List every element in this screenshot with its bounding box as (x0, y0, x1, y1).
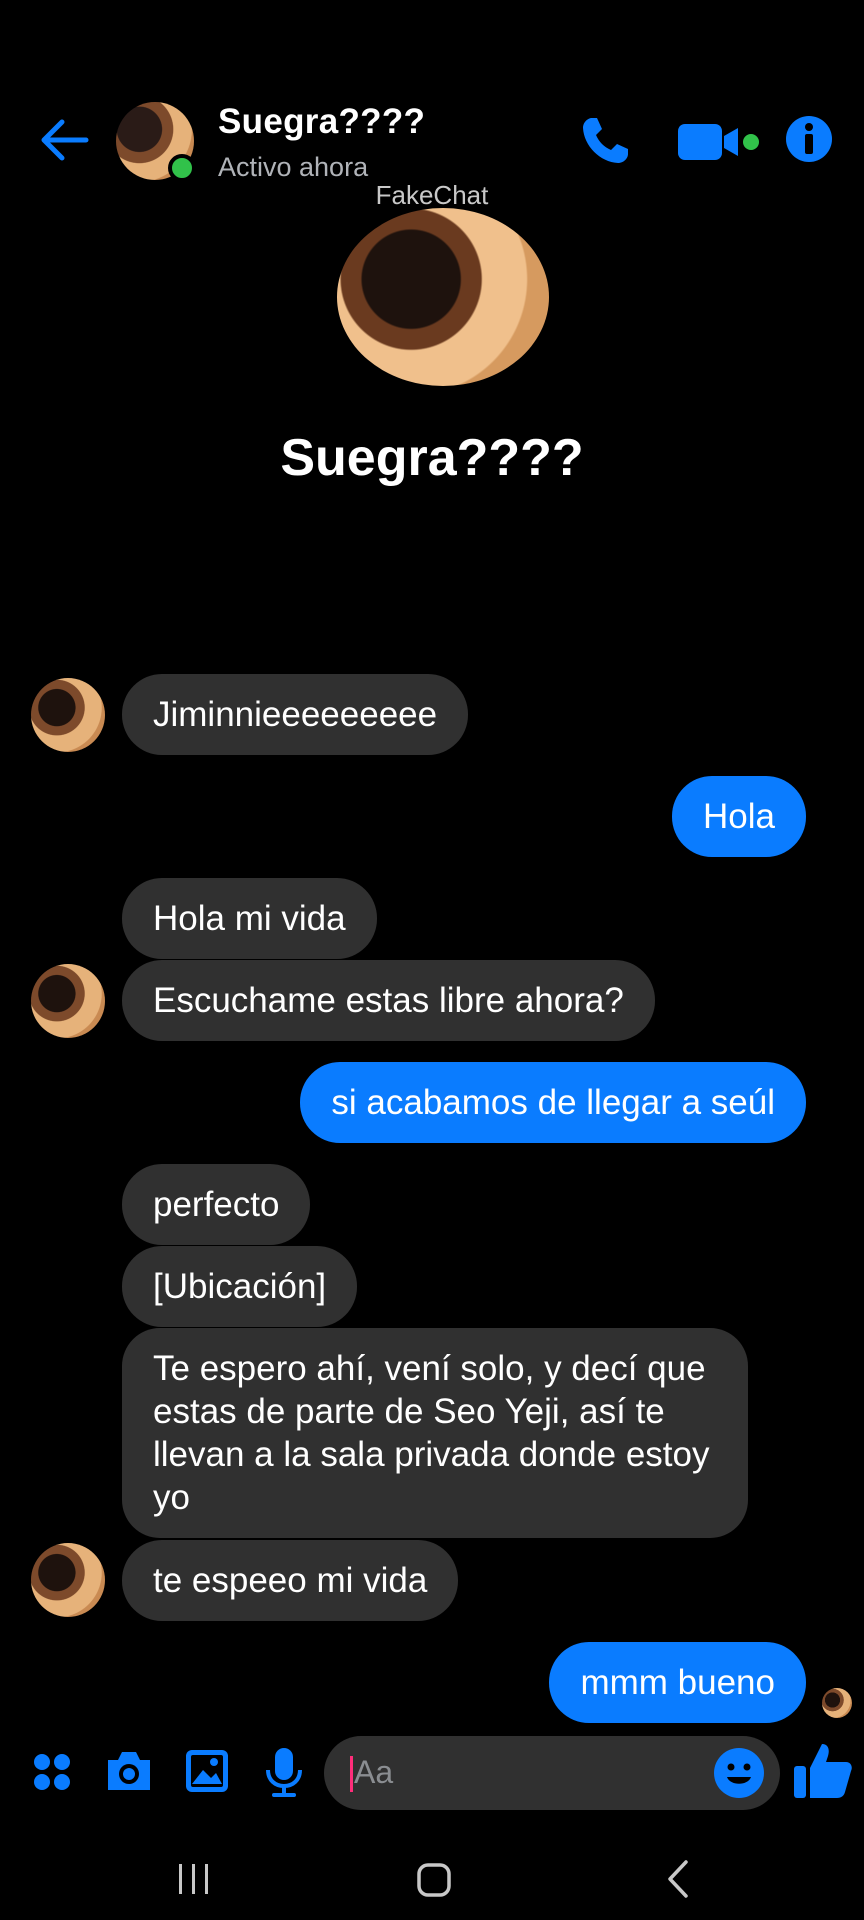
info-icon[interactable] (784, 114, 834, 164)
contact-name[interactable]: Suegra???? (218, 102, 425, 142)
message-incoming[interactable]: Escuchame estas libre ahora? (122, 960, 655, 1041)
message-outgoing[interactable]: Hola (672, 776, 806, 857)
message-incoming[interactable]: perfecto (122, 1164, 311, 1245)
nav-back-icon[interactable] (664, 1858, 692, 1900)
camera-icon[interactable] (104, 1748, 154, 1794)
back-arrow-icon[interactable] (38, 116, 90, 164)
message-outgoing[interactable]: mmm bueno (549, 1642, 806, 1723)
thumbs-up-icon[interactable] (792, 1740, 854, 1800)
recent-apps-icon[interactable] (176, 1860, 212, 1898)
gallery-icon[interactable] (184, 1748, 230, 1794)
contact-status: Activo ahora (218, 152, 369, 182)
microphone-icon[interactable] (264, 1746, 304, 1798)
watermark-label: FakeChat (375, 180, 489, 210)
apps-icon[interactable] (32, 1752, 72, 1792)
sender-avatar[interactable] (31, 1543, 105, 1617)
sender-avatar[interactable] (31, 678, 105, 752)
message-incoming[interactable]: te espeeo mi vida (122, 1540, 459, 1621)
emoji-icon[interactable] (712, 1746, 766, 1800)
seen-indicator-avatar (822, 1688, 852, 1718)
online-indicator (168, 154, 196, 182)
message-incoming[interactable]: Hola mi vida (122, 878, 377, 959)
phone-icon[interactable] (578, 114, 632, 168)
system-nav-bar (0, 1840, 864, 1920)
profile-name: Suegra???? (280, 429, 584, 487)
profile-avatar[interactable] (337, 208, 549, 386)
message-incoming[interactable]: Te espero ahí, vení solo, y decí que est… (122, 1328, 748, 1538)
message-outgoing[interactable]: si acabamos de llegar a seúl (300, 1062, 806, 1143)
video-camera-icon[interactable] (678, 118, 764, 166)
text-cursor (350, 1756, 353, 1792)
message-incoming[interactable]: [Ubicación] (122, 1246, 358, 1327)
message-input[interactable]: Aa (324, 1736, 780, 1810)
message-incoming[interactable]: Jiminnieeeeeeeee (122, 674, 469, 755)
sender-avatar[interactable] (31, 964, 105, 1038)
home-icon[interactable] (414, 1860, 454, 1900)
message-input-placeholder: Aa (354, 1754, 394, 1790)
